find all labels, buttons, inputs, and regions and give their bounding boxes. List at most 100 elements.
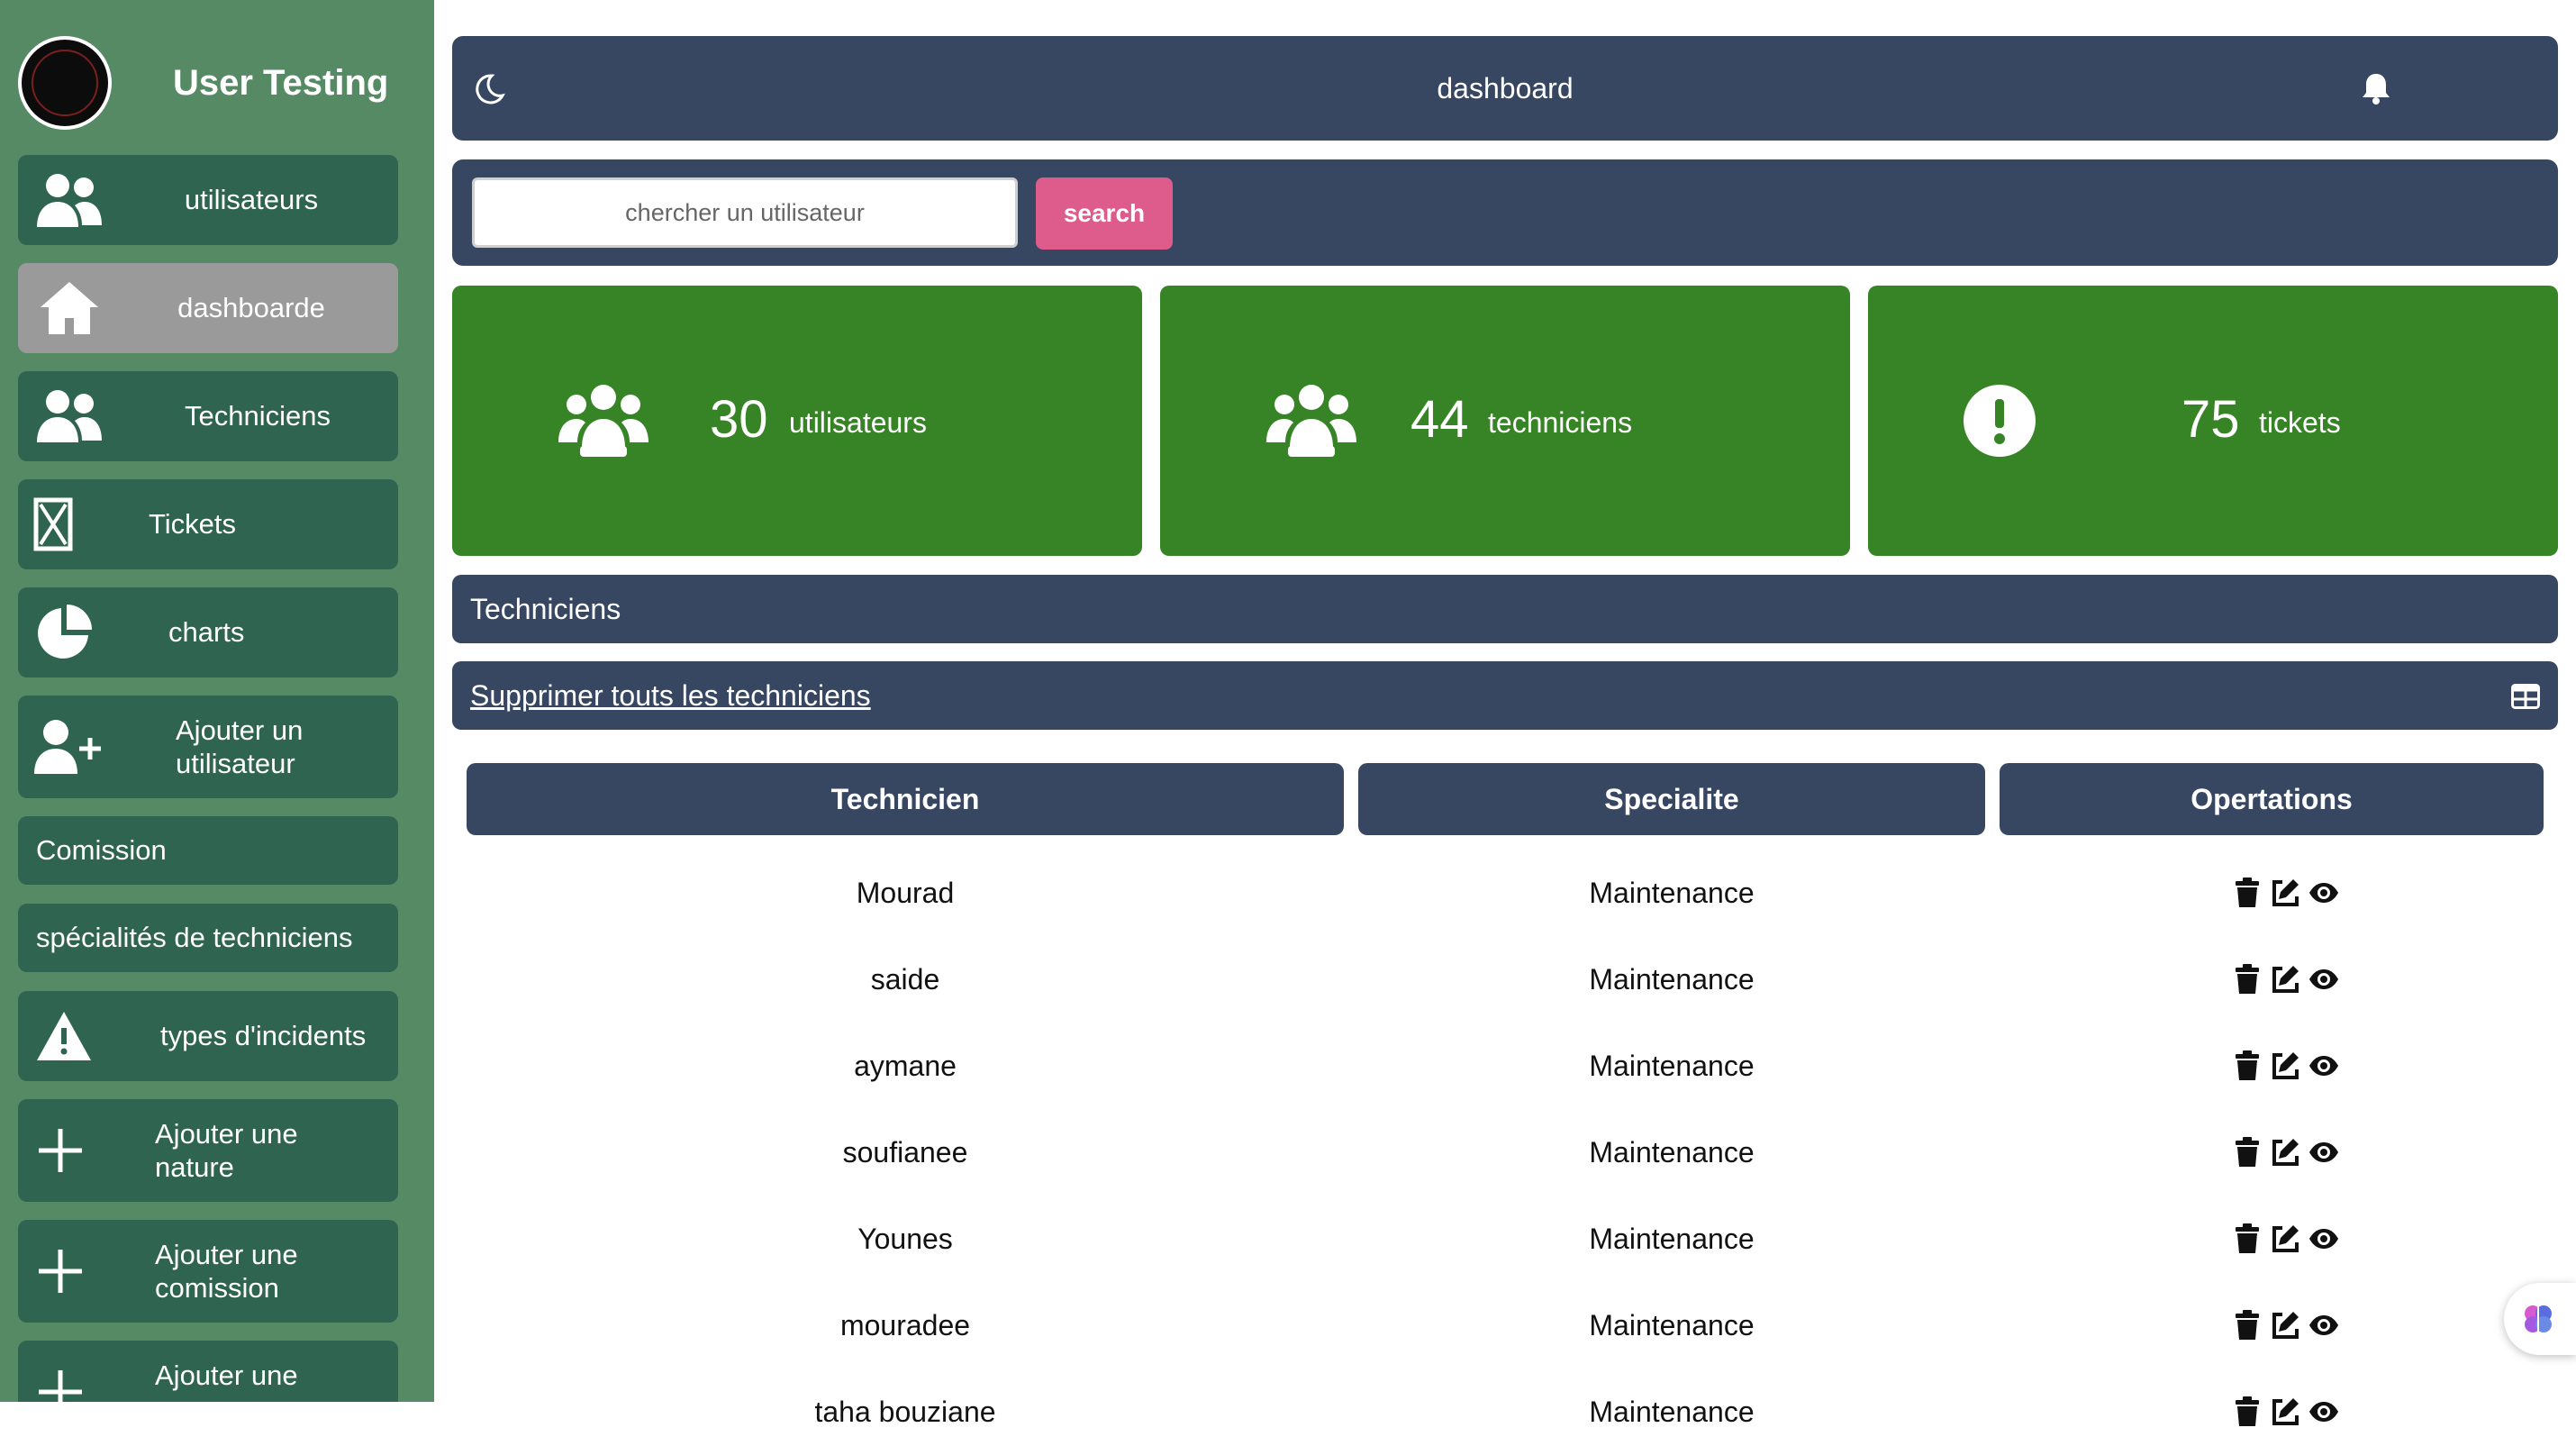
sidebar-item-specialites[interactable]: spécialités de techniciens [18,904,398,972]
sidebar-item-label: Tickets [149,508,237,540]
warning-icon [29,1005,99,1068]
stat-card-utilisateurs[interactable]: 30 utilisateurs [452,286,1142,556]
sidebar-item-label: dashboarde [177,292,325,323]
sidebar-item-ajouter-nature[interactable]: Ajouter une nature [18,1099,398,1202]
operations-cell [2232,1223,2340,1255]
table-row: mouradee Maintenance [452,1282,2558,1369]
plus-icon [25,1360,95,1402]
brand: User Testing [18,36,414,137]
sidebar-item-ajouter-utilisateur[interactable]: Ajouter un utilisateur [18,696,398,798]
section-header: Techniciens [452,575,2558,643]
operations-cell [2232,1136,2340,1169]
sidebar-item-techniciens[interactable]: Techniciens [18,371,398,461]
table-row: Younes Maintenance [452,1196,2558,1282]
table-row: Mourad Maintenance [452,850,2558,936]
specialite-cell: Maintenance [1589,1223,1755,1255]
plus-icon [25,1240,95,1303]
sidebar-item-tickets[interactable]: Tickets [18,479,398,569]
sidebar-item-label: Ajouter une [155,1360,298,1391]
table-toolbar: Supprimer touts les techniciens [452,661,2558,730]
trash-icon[interactable] [2232,1309,2263,1341]
users-icon [557,380,650,461]
trash-icon[interactable] [2232,963,2263,996]
stat-value: 30 [710,390,768,449]
trash-icon[interactable] [2232,1223,2263,1255]
search-input[interactable] [472,177,1018,248]
sidebar-item-label: Ajouter une nature [155,1118,298,1183]
sidebar-item-types-incidents[interactable]: types d'incidents [18,991,398,1081]
pie-chart-icon [29,601,99,664]
eye-icon[interactable] [2308,963,2340,996]
edit-icon[interactable] [2270,877,2300,909]
page-title: dashboard [1437,72,1574,105]
column-header-technicien[interactable]: Technicien [467,763,1344,835]
sidebar-item-ajouter-specialite[interactable]: Ajouter une [18,1341,398,1402]
bell-icon[interactable] [2358,70,2394,106]
trash-icon[interactable] [2232,877,2263,909]
technicien-cell: Younes [857,1223,953,1255]
sidebar-item-label: Techniciens [185,400,331,432]
sidebar-item-label: types d'incidents [160,1020,367,1051]
column-header-operations[interactable]: Opertations [2000,763,2544,835]
stat-card-tickets[interactable]: 75 tickets [1868,286,2558,556]
edit-icon[interactable] [2270,1309,2300,1341]
operations-cell [2232,1396,2340,1428]
eye-icon[interactable] [2308,877,2340,909]
sidebar-item-dashboarde[interactable]: dashboarde [18,263,398,353]
eye-icon[interactable] [2308,1223,2340,1255]
delete-all-technicians-link[interactable]: Supprimer touts les techniciens [470,661,871,730]
edit-icon[interactable] [2270,1223,2300,1255]
search-button[interactable]: search [1036,177,1173,250]
specialite-cell: Maintenance [1589,1309,1755,1341]
sidebar: User Testing utilisateurs dashboarde Tec… [0,0,434,1402]
technicien-cell: aymane [854,1050,957,1082]
trash-icon[interactable] [2232,1396,2263,1428]
plus-icon [25,1119,95,1182]
assistant-brain-icon[interactable] [2504,1283,2576,1355]
users-icon [1265,380,1358,461]
technicien-cell: mouradee [839,1309,971,1341]
sidebar-item-label: Ajouter une comission [155,1239,298,1304]
sidebar-item-comission[interactable]: Comission [18,816,398,885]
sidebar-item-utilisateurs[interactable]: utilisateurs [18,155,398,245]
top-bar: dashboard [452,36,2558,141]
sidebar-item-label: Ajouter un utilisateur [176,714,304,779]
operations-cell [2232,963,2340,996]
sidebar-item-label: spécialités de techniciens [36,922,353,953]
section-title: Techniciens [470,593,621,625]
trash-icon[interactable] [2232,1136,2263,1169]
specialite-cell: Maintenance [1589,1050,1755,1082]
sidebar-item-charts[interactable]: charts [18,587,398,677]
technicien-cell: soufianee [842,1136,968,1169]
users-icon [34,385,104,448]
eye-icon[interactable] [2308,1050,2340,1082]
logo[interactable] [18,36,112,130]
edit-icon[interactable] [2270,1136,2300,1169]
table-row: taha bouziane Maintenance [452,1369,2558,1455]
sidebar-item-ajouter-comission[interactable]: Ajouter une comission [18,1220,398,1323]
eye-icon[interactable] [2308,1309,2340,1341]
edit-icon[interactable] [2270,1050,2300,1082]
ticket-icon [22,493,85,556]
specialite-cell: Maintenance [1589,877,1755,909]
stat-card-techniciens[interactable]: 44 techniciens [1160,286,1850,556]
specialite-cell: Maintenance [1589,1396,1755,1428]
column-header-specialite[interactable]: Specialite [1358,763,1985,835]
specialite-cell: Maintenance [1589,963,1755,996]
user-plus-icon [34,715,104,778]
sidebar-item-label: utilisateurs [184,184,319,215]
operations-cell [2232,1050,2340,1082]
app-title: User Testing [173,63,389,103]
edit-icon[interactable] [2270,1396,2300,1428]
edit-icon[interactable] [2270,963,2300,996]
stat-label: techniciens [1488,406,1633,439]
stat-label: tickets [2259,406,2341,439]
users-icon [34,168,104,232]
table-icon[interactable] [2511,683,2540,709]
technicien-cell: taha bouziane [814,1396,996,1428]
eye-icon[interactable] [2308,1396,2340,1428]
logo-mark [32,50,98,116]
stat-value: 75 [2181,390,2240,449]
eye-icon[interactable] [2308,1136,2340,1169]
trash-icon[interactable] [2232,1050,2263,1082]
